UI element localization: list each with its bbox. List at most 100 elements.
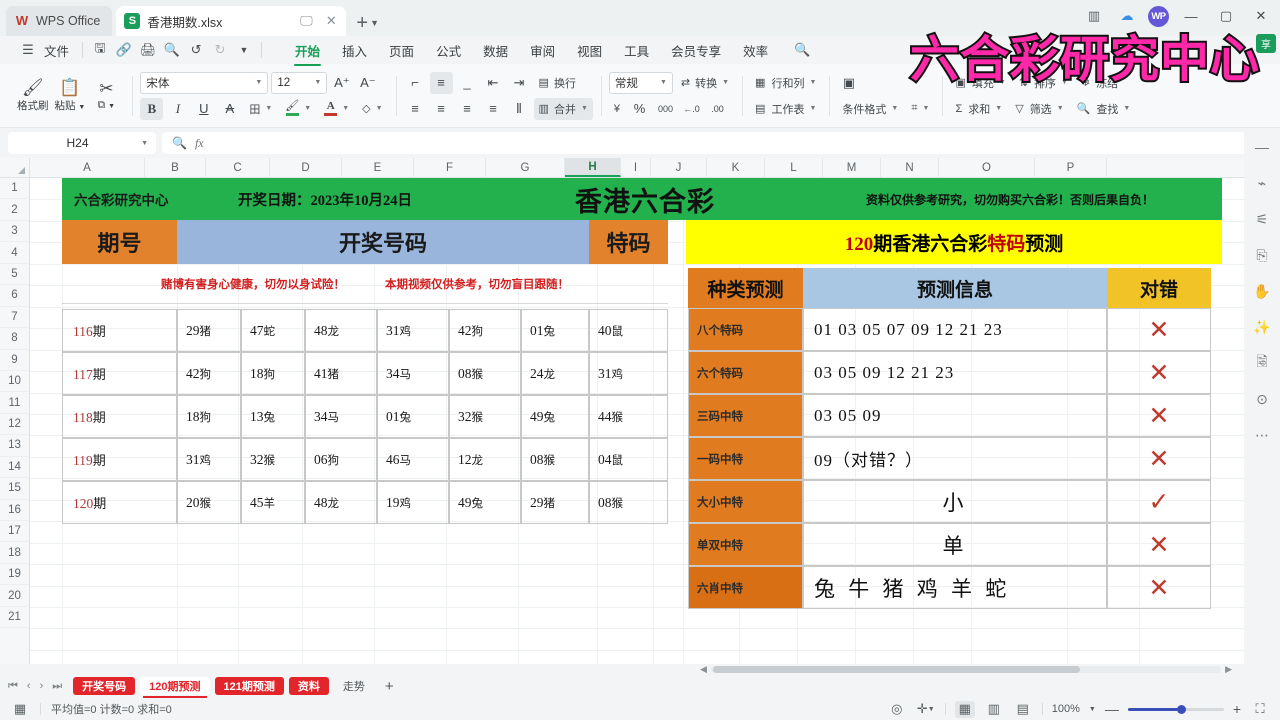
cell-mode-icon[interactable]: ▦: [10, 701, 30, 718]
ribbon-tab-data[interactable]: 数据: [473, 39, 518, 62]
print-preview-icon[interactable]: 🔍: [160, 39, 184, 61]
pred-header-info[interactable]: 预测信息: [803, 268, 1107, 308]
ribbon-tab-tools[interactable]: 工具: [614, 39, 659, 62]
member-badge[interactable]: 享: [1256, 34, 1276, 53]
left-cell-period-4[interactable]: 120期: [62, 481, 177, 524]
row-header-2[interactable]: 2: [0, 199, 29, 221]
left-header-special[interactable]: 特码: [589, 220, 668, 264]
left-cell-number-2-2[interactable]: 34马: [305, 395, 377, 438]
left-cell-number-0-5[interactable]: 01兔: [521, 309, 589, 352]
zoom-slider[interactable]: [1127, 704, 1224, 714]
scroll-left-icon[interactable]: ◀: [700, 664, 707, 675]
pred-cell-info-0[interactable]: 01 03 05 07 09 12 21 23: [803, 308, 1107, 351]
search-icon[interactable]: 🔍: [790, 39, 814, 61]
left-cell-number-1-4[interactable]: 08猴: [449, 352, 521, 395]
column-header-O[interactable]: O: [939, 158, 1035, 177]
row-header-9[interactable]: 9: [0, 349, 29, 371]
app-home-tab[interactable]: W WPS Office: [6, 6, 113, 36]
new-tab-chevron-icon[interactable]: ▼: [370, 18, 379, 28]
pred-cell-type-2[interactable]: 三码中特: [688, 394, 803, 437]
wrap-text-button[interactable]: ▤ 换行: [534, 72, 581, 94]
prediction-title-bar[interactable]: 120期香港六合彩特码预测: [686, 220, 1222, 264]
clear-format-button[interactable]: ◇ ▼: [357, 98, 387, 120]
column-header-B[interactable]: B: [145, 158, 206, 177]
scroll-track[interactable]: [710, 665, 1222, 673]
row-header-3[interactable]: 3: [0, 220, 29, 243]
pred-cell-result-2[interactable]: ✕: [1107, 394, 1211, 437]
scroll-right-icon[interactable]: ▶: [1225, 664, 1232, 675]
table-style-button[interactable]: ⌗ ▼: [906, 98, 934, 120]
merge-cells-button[interactable]: ▥ 合并 ▼: [533, 97, 593, 120]
row-header-17[interactable]: 17: [0, 521, 29, 543]
left-cell-number-4-4[interactable]: 49兔: [449, 481, 521, 524]
maximize-button[interactable]: ▢: [1213, 4, 1239, 28]
help-icon[interactable]: ⊙: [1249, 388, 1275, 410]
redo-icon[interactable]: ↻: [208, 39, 232, 61]
pred-cell-info-5[interactable]: 单: [803, 523, 1107, 566]
left-cell-number-3-3[interactable]: 46马: [377, 438, 449, 481]
formula-input-wrap[interactable]: 🔍 fx: [162, 132, 1272, 154]
first-sheet-icon[interactable]: ⏮: [8, 680, 18, 693]
percent-button[interactable]: %: [628, 98, 651, 120]
column-header-C[interactable]: C: [206, 158, 270, 177]
avatar[interactable]: WP: [1148, 5, 1169, 27]
left-header-period[interactable]: 期号: [62, 220, 177, 264]
align-right-icon[interactable]: ≡: [456, 98, 479, 120]
left-cell-number-4-2[interactable]: 48龙: [305, 481, 377, 524]
menu-file[interactable]: ☰ 文件: [8, 39, 77, 61]
pred-header-result[interactable]: 对错: [1107, 268, 1211, 308]
currency-button[interactable]: ¥: [609, 98, 625, 120]
rows-columns-button[interactable]: ▦ 行和列 ▼: [750, 72, 821, 94]
left-cell-number-3-5[interactable]: 08猴: [521, 438, 589, 481]
number-format-select[interactable]: 常规 ▼: [608, 71, 673, 94]
underline-button[interactable]: U: [192, 98, 215, 120]
sidebar-toggle-icon[interactable]: ▥: [1082, 4, 1106, 28]
cell-format-icon[interactable]: ⎘: [1249, 244, 1275, 266]
left-cell-number-0-4[interactable]: 42狗: [449, 309, 521, 352]
align-middle-icon[interactable]: ≡: [429, 71, 453, 94]
pred-cell-result-5[interactable]: ✕: [1107, 523, 1211, 566]
zoom-in-button[interactable]: +: [1233, 701, 1241, 717]
settings-slider-icon[interactable]: ⚟: [1249, 208, 1275, 230]
sheet-tab-4[interactable]: 走势: [334, 677, 374, 695]
new-tab-control[interactable]: + ▼: [356, 13, 379, 33]
align-bottom-icon[interactable]: _: [456, 72, 479, 94]
sheet-tab-3[interactable]: 资料: [288, 677, 329, 695]
last-sheet-icon[interactable]: ⏭: [52, 680, 62, 693]
column-header-P[interactable]: P: [1035, 158, 1107, 177]
left-cell-number-2-3[interactable]: 01兔: [377, 395, 449, 438]
scroll-thumb[interactable]: [712, 665, 1081, 673]
text-orientation-icon[interactable]: ⦀: [508, 98, 531, 120]
row-header-5[interactable]: 5: [0, 263, 29, 286]
cloud-icon[interactable]: ☁: [1115, 4, 1139, 28]
left-cell-number-4-1[interactable]: 45羊: [241, 481, 305, 524]
row-header-19[interactable]: 19: [0, 563, 29, 586]
font-color-button[interactable]: A ▼: [319, 98, 354, 120]
left-cell-period-2[interactable]: 118期: [62, 395, 177, 438]
hand-tool-icon[interactable]: ✋: [1249, 280, 1275, 302]
pred-cell-type-3[interactable]: 一码中特: [688, 437, 803, 480]
decrease-decimal-button[interactable]: .00: [706, 98, 729, 120]
row-header-7[interactable]: 7: [0, 306, 29, 329]
strikethrough-button[interactable]: A: [218, 98, 241, 120]
new-tab-icon[interactable]: +: [356, 13, 368, 33]
zoom-out-button[interactable]: —: [1105, 701, 1119, 717]
ribbon-tab-insert[interactable]: 插入: [332, 39, 377, 62]
column-header-M[interactable]: M: [823, 158, 881, 177]
pred-cell-result-4[interactable]: ✓: [1107, 480, 1211, 523]
left-cell-number-3-1[interactable]: 32猴: [241, 438, 305, 481]
format-painter-button[interactable]: 🖌 格式刷: [14, 76, 52, 115]
shrink-font-button[interactable]: A⁻: [356, 72, 379, 94]
eye-icon[interactable]: ◎: [887, 701, 907, 718]
filter-button[interactable]: ▽ 筛选 ▼: [1010, 98, 1068, 120]
left-cell-number-1-0[interactable]: 42狗: [177, 352, 241, 395]
autosum-button[interactable]: Σ 求和 ▼: [950, 98, 1007, 120]
worksheet-button[interactable]: ▤ 工作表 ▼: [750, 98, 821, 120]
ribbon-tab-view[interactable]: 视图: [567, 39, 612, 62]
left-header-numbers[interactable]: 开奖号码: [177, 220, 589, 264]
sheet-tab-1[interactable]: 120期预测: [140, 677, 210, 698]
font-size-select[interactable]: 12 ▼: [271, 71, 328, 94]
ribbon-tab-member[interactable]: 会员专享: [661, 39, 731, 62]
pred-cell-result-6[interactable]: ✕: [1107, 566, 1211, 609]
fill-color-button[interactable]: 🖌 ▼: [280, 98, 316, 120]
